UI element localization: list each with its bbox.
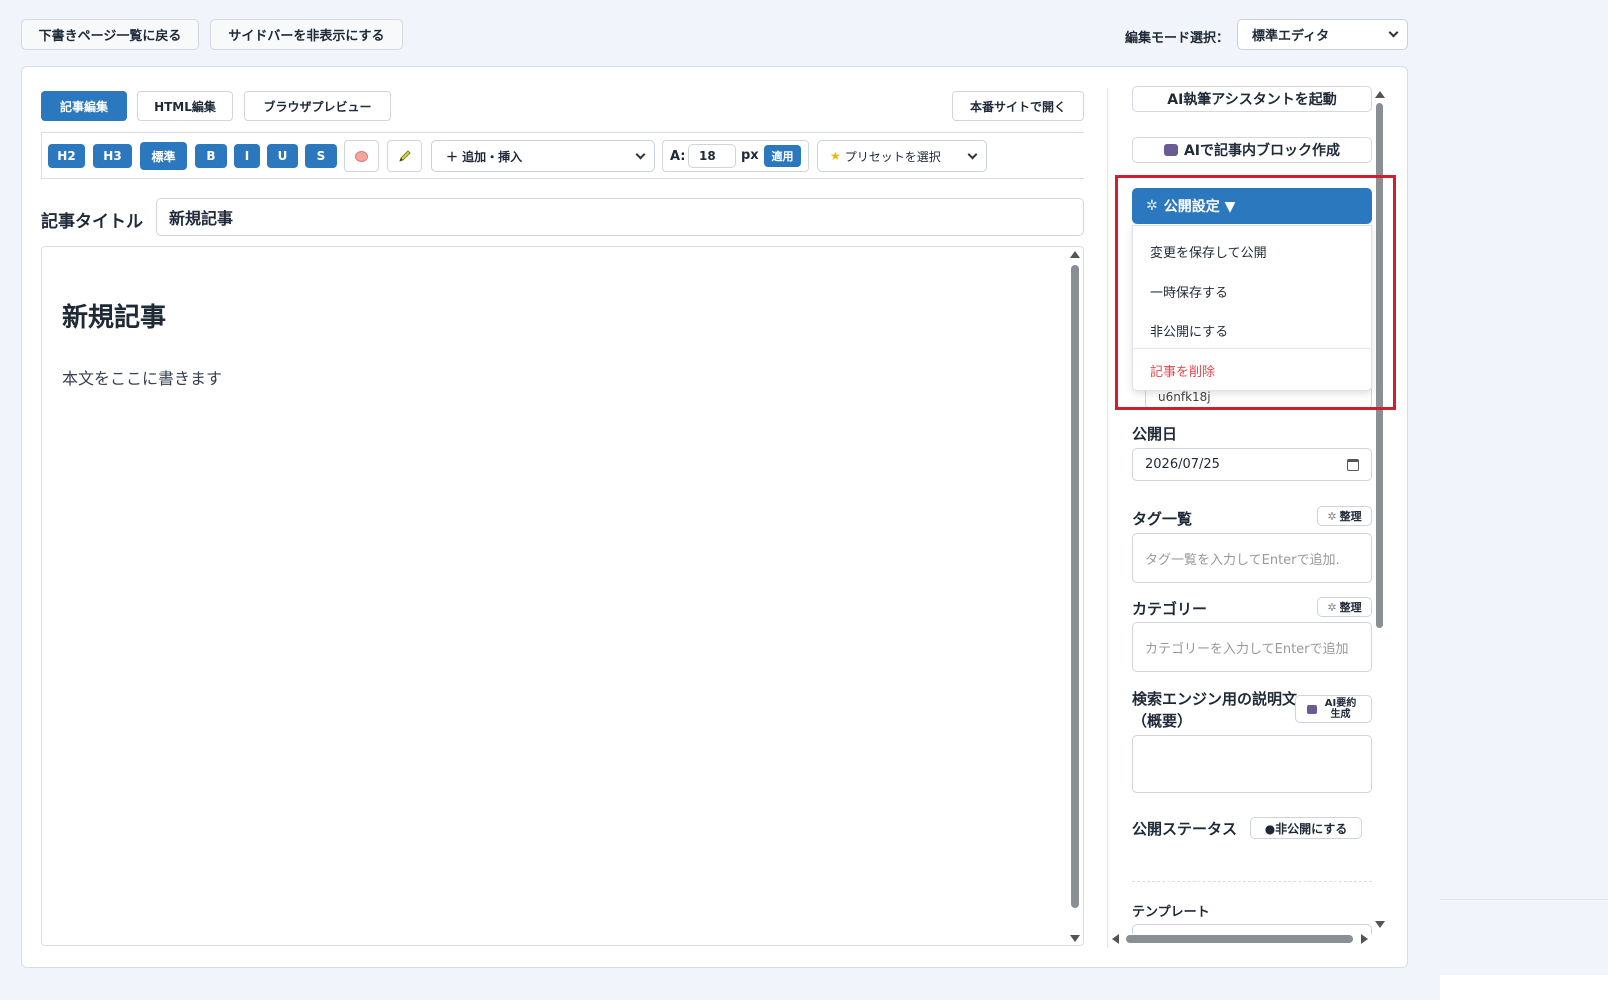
normal-text-button[interactable]: 標準 [140, 142, 187, 170]
ai-summary-label: AI要約生成 [1324, 698, 1357, 720]
sidebar-hscrollbar-thumb[interactable] [1126, 935, 1353, 943]
category-input[interactable]: カテゴリーを入力してEnterで追加 [1132, 622, 1372, 672]
toggle-sidebar-button[interactable]: サイドバーを非表示にする [210, 19, 403, 50]
ai-block-button[interactable]: AIで記事内ブロック作成 [1132, 137, 1372, 163]
publish-date-value: 2026/07/25 [1145, 457, 1220, 472]
apply-font-size-button[interactable]: 適用 [764, 145, 801, 167]
tags-manage-button[interactable]: ✲ 整理 [1317, 506, 1372, 526]
status-label: 公開ステータス [1132, 820, 1238, 838]
publish-date-label: 公開日 [1132, 425, 1178, 443]
sidebar-scroll-up-icon[interactable] [1375, 91, 1385, 98]
tab-browser-preview[interactable]: ブラウザプレビュー [244, 91, 391, 121]
publish-date-input[interactable]: 2026/07/25 [1132, 448, 1372, 481]
italic-button[interactable]: I [234, 144, 260, 168]
tags-input[interactable]: タグ一覧を入力してEnterで追加. [1132, 533, 1372, 583]
status-toggle-button[interactable]: ●非公開にする [1250, 817, 1362, 839]
gear-icon: ✲ [1327, 509, 1337, 523]
right-edge-region [1440, 0, 1608, 1000]
palette-icon [355, 150, 368, 162]
sidebar-scroll-left-icon[interactable] [1112, 934, 1119, 944]
gear-icon: ✲ [1327, 600, 1337, 614]
sidebar-section-divider [1132, 881, 1372, 882]
font-size-input[interactable]: 18 [688, 144, 736, 168]
editor-scrollbar-thumb[interactable] [1071, 265, 1079, 908]
article-title-input[interactable]: 新規記事 [156, 198, 1084, 236]
content-heading: 新規記事 [62, 303, 167, 333]
description-textarea[interactable] [1132, 735, 1372, 793]
preset-select-value: プリセットを選択 [844, 149, 941, 164]
template-select-top-edge[interactable] [1132, 924, 1372, 934]
bottom-right-panel [1440, 975, 1608, 1000]
sidebar-scroll-right-icon[interactable] [1361, 934, 1368, 944]
category-manage-label: 整理 [1339, 601, 1362, 614]
content-body: 本文をここに書きます [62, 369, 223, 388]
preset-select[interactable]: ★ プリセットを選択 [817, 140, 987, 172]
h2-button[interactable]: H2 [48, 144, 85, 168]
sidebar-divider [1107, 88, 1108, 948]
edit-mode-value: 標準エディタ [1252, 29, 1330, 44]
toolbar-top-divider [41, 132, 1084, 133]
robot-icon [1306, 704, 1317, 714]
color-palette-button[interactable] [344, 140, 379, 172]
tags-manage-label: 整理 [1339, 510, 1362, 523]
category-label: カテゴリー [1132, 600, 1208, 618]
open-live-site-button[interactable]: 本番サイトで開く [952, 91, 1084, 121]
chevron-down-icon [1388, 27, 1399, 38]
robot-icon [1163, 144, 1178, 156]
font-size-label: A: [670, 149, 686, 164]
right-edge-line [1440, 899, 1608, 900]
toolbar-bottom-divider [41, 178, 1084, 179]
h3-button[interactable]: H3 [93, 144, 132, 168]
highlighter-button[interactable] [387, 140, 422, 172]
article-title-label: 記事タイトル [41, 212, 143, 232]
highlight-box [1115, 175, 1396, 410]
editor-scroll-down-icon[interactable] [1070, 935, 1080, 942]
editor-scroll-up-icon[interactable] [1070, 251, 1080, 258]
edit-mode-label: 編集モード選択： [1125, 31, 1230, 46]
edit-mode-select[interactable]: 標準エディタ [1237, 19, 1408, 50]
tab-article-edit[interactable]: 記事編集 [41, 91, 127, 121]
ai-block-label: AIで記事内ブロック作成 [1183, 143, 1341, 159]
back-to-drafts-button[interactable]: 下書きページ一覧に戻る [21, 19, 199, 50]
content-editor[interactable]: 新規記事 本文をここに書きます [41, 246, 1084, 946]
insert-select[interactable]: ＋ 追加・挿入 [431, 140, 655, 172]
pencil-icon [398, 150, 411, 162]
ai-assistant-button[interactable]: AI執筆アシスタントを起動 [1132, 86, 1372, 112]
star-icon: ★ [830, 149, 841, 163]
description-label: 検索エンジン用の説明文（概要） [1132, 690, 1298, 730]
font-size-unit: px [741, 148, 759, 163]
toolbar-left-divider [41, 132, 42, 179]
tags-label: タグ一覧 [1132, 510, 1193, 528]
underline-button[interactable]: U [267, 144, 298, 168]
bold-button[interactable]: B [195, 144, 227, 168]
insert-select-value: ＋ 追加・挿入 [446, 149, 523, 164]
tab-html-edit[interactable]: HTML編集 [137, 91, 233, 121]
sidebar-scroll-down-icon[interactable] [1375, 921, 1385, 928]
template-label: テンプレート [1132, 905, 1210, 920]
strike-button[interactable]: S [305, 144, 337, 168]
chevron-down-icon [967, 149, 978, 159]
chevron-down-icon [635, 149, 646, 159]
category-manage-button[interactable]: ✲ 整理 [1317, 597, 1372, 617]
ai-summary-button[interactable]: AI要約生成 [1295, 695, 1372, 723]
calendar-icon[interactable] [1347, 458, 1359, 471]
